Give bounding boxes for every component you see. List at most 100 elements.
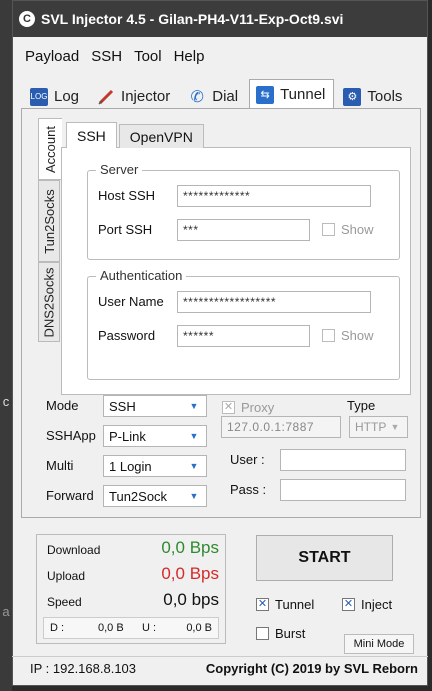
tab-injector-label: Injector (121, 88, 171, 105)
forward-value: Tun2Sock (109, 488, 168, 504)
tab-tools-label: Tools (367, 88, 403, 105)
menu-payload[interactable]: Payload (25, 48, 79, 65)
burst-checkbox[interactable]: Burst (256, 626, 305, 641)
background-text-2: a (2, 604, 10, 619)
mode-value: SSH (109, 398, 136, 414)
syringe-icon (97, 88, 115, 106)
vtab-account-label: Account (43, 125, 59, 173)
download-value: 0,0 Bps (161, 538, 219, 557)
copyright-text: Copyright (C) 2019 by SVL Reborn (205, 661, 418, 676)
account-subtabs: SSH OpenVPN (66, 122, 206, 148)
vtab-dns2socks[interactable]: DNS2Socks (38, 262, 60, 342)
background-strip (0, 0, 12, 691)
sshapp-value: P-Link (109, 428, 146, 444)
download-label: Download (47, 543, 101, 557)
window-title: SVL Injector 4.5 - Gilan-PH4-V11-Exp-Oct… (41, 11, 344, 27)
chevron-down-icon: ▼ (390, 422, 400, 432)
host-ssh-label: Host SSH (98, 188, 156, 203)
menu-help[interactable]: Help (174, 48, 205, 65)
server-legend: Server (96, 162, 143, 177)
port-ssh-label: Port SSH (98, 222, 153, 237)
multi-select[interactable]: 1 Login ▼ (103, 455, 207, 477)
proxy-pass-field[interactable] (280, 479, 406, 501)
checkbox-box: ✕ (256, 598, 269, 611)
upload-value: 0,0 Bps (161, 564, 219, 583)
inject-label: Inject (361, 597, 393, 612)
sshapp-select[interactable]: P-Link ▼ (103, 425, 207, 447)
menu-ssh[interactable]: SSH (91, 48, 122, 65)
vtab-tun2socks[interactable]: Tun2Socks (38, 180, 60, 262)
title-bar[interactable]: C SVL Injector 4.5 - Gilan-PH4-V11-Exp-O… (13, 1, 427, 37)
proxy-field[interactable]: 127.0.0.1:7887 (221, 416, 341, 438)
burst-label: Burst (275, 626, 306, 641)
vtab-tun2socks-label: Tun2Socks (41, 188, 57, 254)
u-value: 0,0 B (186, 622, 212, 634)
speed-value: 0,0 bps (163, 590, 219, 609)
background-text: c (2, 394, 10, 409)
speed-label: Speed (47, 595, 82, 609)
main-tabs: LOG Log Injector ✆ Dial ⇆ Tunnel ⚙ Tools (23, 79, 413, 109)
username-label: User Name (98, 294, 164, 309)
tab-tunnel[interactable]: ⇆ Tunnel (249, 79, 335, 109)
proxy-user-field[interactable] (280, 449, 406, 471)
proxy-pass-label: Pass : (230, 482, 267, 497)
subtab-ssh[interactable]: SSH (66, 122, 117, 148)
tab-injector[interactable]: Injector (90, 83, 179, 109)
tab-log[interactable]: LOG Log (23, 83, 88, 109)
proxy-user-label: User : (230, 452, 265, 467)
tunnel-checkbox[interactable]: ✕ Tunnel (256, 597, 314, 612)
u-label: U : (142, 622, 157, 634)
checkbox-box (256, 627, 269, 640)
menu-bar: Payload SSH Tool Help (13, 41, 216, 71)
chevron-down-icon: ▼ (189, 491, 199, 501)
type-value: HTTP (355, 420, 387, 434)
start-button[interactable]: START (256, 535, 393, 581)
tab-log-label: Log (54, 88, 80, 105)
log-icon: LOG (30, 87, 48, 106)
checkbox-box (322, 223, 335, 236)
forward-select[interactable]: Tun2Sock ▼ (103, 485, 207, 507)
chevron-down-icon: ▼ (189, 401, 199, 411)
vtab-account[interactable]: Account (38, 118, 62, 180)
auth-legend: Authentication (96, 268, 187, 283)
checkbox-box: ✕ (342, 598, 355, 611)
port-ssh-field[interactable]: *** (177, 219, 310, 241)
show-password-label: Show (341, 328, 374, 343)
mode-select[interactable]: SSH ▼ (103, 395, 207, 417)
chevron-down-icon: ▼ (189, 431, 199, 441)
tab-tunnel-label: Tunnel (280, 86, 326, 103)
upload-label: Upload (47, 569, 86, 583)
username-field[interactable]: ****************** (177, 291, 371, 313)
host-ssh-field[interactable]: ************* (177, 185, 371, 207)
traffic-stats: Download 0,0 Bps Upload 0,0 Bps Speed 0,… (36, 534, 226, 644)
checkbox-box (322, 329, 335, 342)
type-label: Type (347, 398, 376, 413)
menu-tool[interactable]: Tool (134, 48, 162, 65)
d-value: 0,0 B (98, 622, 124, 634)
password-field[interactable]: ****** (177, 325, 310, 347)
tunnel-label: Tunnel (275, 597, 315, 612)
sshapp-label: SSHApp (46, 428, 96, 443)
tab-dial-label: Dial (212, 88, 239, 105)
tunnel-icon: ⇆ (256, 85, 275, 104)
status-bar: IP : 192.168.8.103 Copyright (C) 2019 by… (12, 656, 428, 678)
subtab-openvpn[interactable]: OpenVPN (118, 124, 204, 148)
mini-mode-button[interactable]: Mini Mode (344, 634, 414, 654)
show-port-checkbox[interactable]: Show (322, 222, 374, 237)
show-password-checkbox[interactable]: Show (322, 328, 374, 343)
proxy-label: Proxy (241, 400, 275, 415)
app-icon: C (19, 11, 35, 27)
password-label: Password (98, 328, 156, 343)
chevron-down-icon: ▼ (189, 461, 199, 471)
forward-label: Forward (46, 488, 94, 503)
mode-label: Mode (46, 398, 79, 413)
proxy-checkbox[interactable]: ✕ Proxy (222, 400, 274, 415)
inject-checkbox[interactable]: ✕ Inject (342, 597, 392, 612)
type-select[interactable]: HTTP ▼ (349, 416, 408, 438)
tab-dial[interactable]: ✆ Dial (181, 83, 247, 109)
server-group: Server (87, 162, 400, 260)
multi-value: 1 Login (109, 458, 152, 474)
phone-icon: ✆ (190, 88, 204, 106)
tab-tools[interactable]: ⚙ Tools (336, 83, 411, 109)
ip-address: IP : 192.168.8.103 (30, 661, 137, 676)
